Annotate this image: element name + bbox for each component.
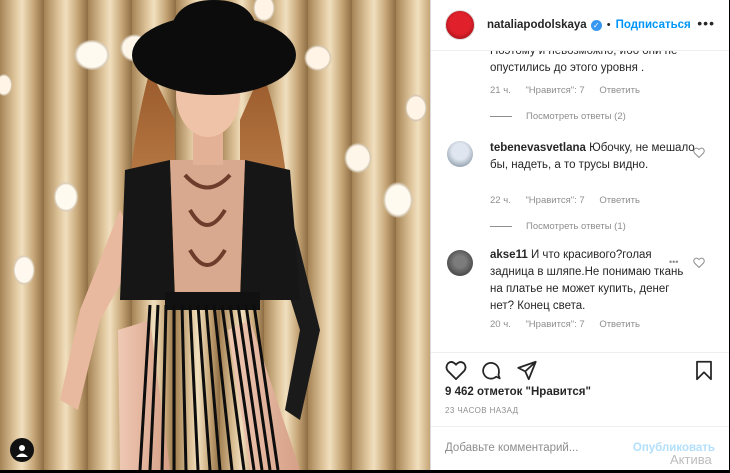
comment-likes[interactable]: "Нравится": 7 bbox=[525, 195, 584, 206]
likes-count[interactable]: 9 462 отметок "Нравится" bbox=[445, 386, 591, 398]
user-tags-button[interactable] bbox=[10, 438, 34, 462]
view-replies-button[interactable]: Посмотреть ответы (1) bbox=[490, 221, 626, 232]
like-heart-icon[interactable] bbox=[445, 360, 467, 380]
post-side-panel: nataliapodolskaya ✓ • Подписаться ••• По… bbox=[430, 0, 729, 470]
activation-watermark: Актива bbox=[670, 452, 712, 467]
comment-time: 22 ч. bbox=[490, 195, 511, 206]
post-header: nataliapodolskaya ✓ • Подписаться ••• bbox=[431, 0, 729, 51]
save-bookmark-icon[interactable] bbox=[695, 360, 713, 381]
post-timestamp[interactable]: 23 ЧАСОВ НАЗАД bbox=[445, 406, 518, 415]
post-photo[interactable] bbox=[0, 0, 430, 470]
author-username[interactable]: nataliapodolskaya bbox=[487, 19, 587, 31]
separator-dot: • bbox=[606, 19, 611, 31]
comment-likes[interactable]: "Нравится": 7 bbox=[525, 85, 584, 96]
view-replies-label: Посмотреть ответы (1) bbox=[526, 221, 626, 232]
post-actions-bar bbox=[431, 352, 729, 383]
comment-reply-button[interactable]: Ответить bbox=[599, 85, 640, 96]
comment-like-heart-icon[interactable] bbox=[693, 257, 705, 268]
comment-meta: 20 ч. "Нравится": 7 Ответить bbox=[490, 319, 652, 330]
comments-list[interactable]: Поэтому и невозможно, ибо они не опустил… bbox=[431, 51, 729, 351]
add-comment-input[interactable]: Добавьте комментарий... bbox=[445, 442, 578, 454]
comment-reply-button[interactable]: Ответить bbox=[599, 195, 640, 206]
person-icon bbox=[16, 445, 28, 457]
more-options-icon[interactable]: ••• bbox=[697, 15, 715, 31]
likes-count-text: 9 462 отметок "Нравится" bbox=[445, 386, 591, 398]
comment-time: 21 ч. bbox=[490, 85, 511, 96]
verified-badge-icon: ✓ bbox=[590, 19, 602, 31]
comment-body: akse11 И что красивого?голая задница в ш… bbox=[490, 247, 690, 315]
view-replies-button[interactable]: Посмотреть ответы (2) bbox=[490, 111, 626, 122]
view-replies-label: Посмотреть ответы (2) bbox=[526, 111, 626, 122]
commenter-avatar[interactable] bbox=[447, 141, 473, 167]
comment-text: Поэтому и невозможно, ибо они не опустил… bbox=[490, 51, 678, 74]
comment-reply-button[interactable]: Ответить bbox=[599, 319, 640, 330]
commenter-avatar[interactable] bbox=[447, 250, 473, 276]
follow-button[interactable]: Подписаться bbox=[616, 19, 691, 31]
comment-meta: 22 ч. "Нравится": 7 Ответить bbox=[490, 195, 652, 206]
replies-divider bbox=[490, 226, 512, 227]
comment-options-icon[interactable]: ••• bbox=[669, 257, 678, 267]
comment-bubble-icon[interactable] bbox=[480, 360, 502, 381]
comment-username[interactable]: tebenevasvetlana bbox=[490, 142, 586, 154]
comment-username[interactable]: akse11 bbox=[490, 249, 528, 261]
comment-meta: 21 ч. "Нравится": 7 Ответить bbox=[490, 85, 652, 96]
post-photo-figure bbox=[60, 0, 320, 470]
comment-body: tebenevasvetlana Юбочку, не мешало бы, н… bbox=[490, 140, 710, 174]
comment-like-heart-icon[interactable] bbox=[693, 147, 705, 158]
comment-likes[interactable]: "Нравится": 7 bbox=[525, 319, 584, 330]
comment-time: 20 ч. bbox=[490, 319, 511, 330]
replies-divider bbox=[490, 116, 512, 117]
share-paper-plane-icon[interactable] bbox=[516, 360, 538, 381]
author-avatar[interactable] bbox=[445, 10, 475, 40]
